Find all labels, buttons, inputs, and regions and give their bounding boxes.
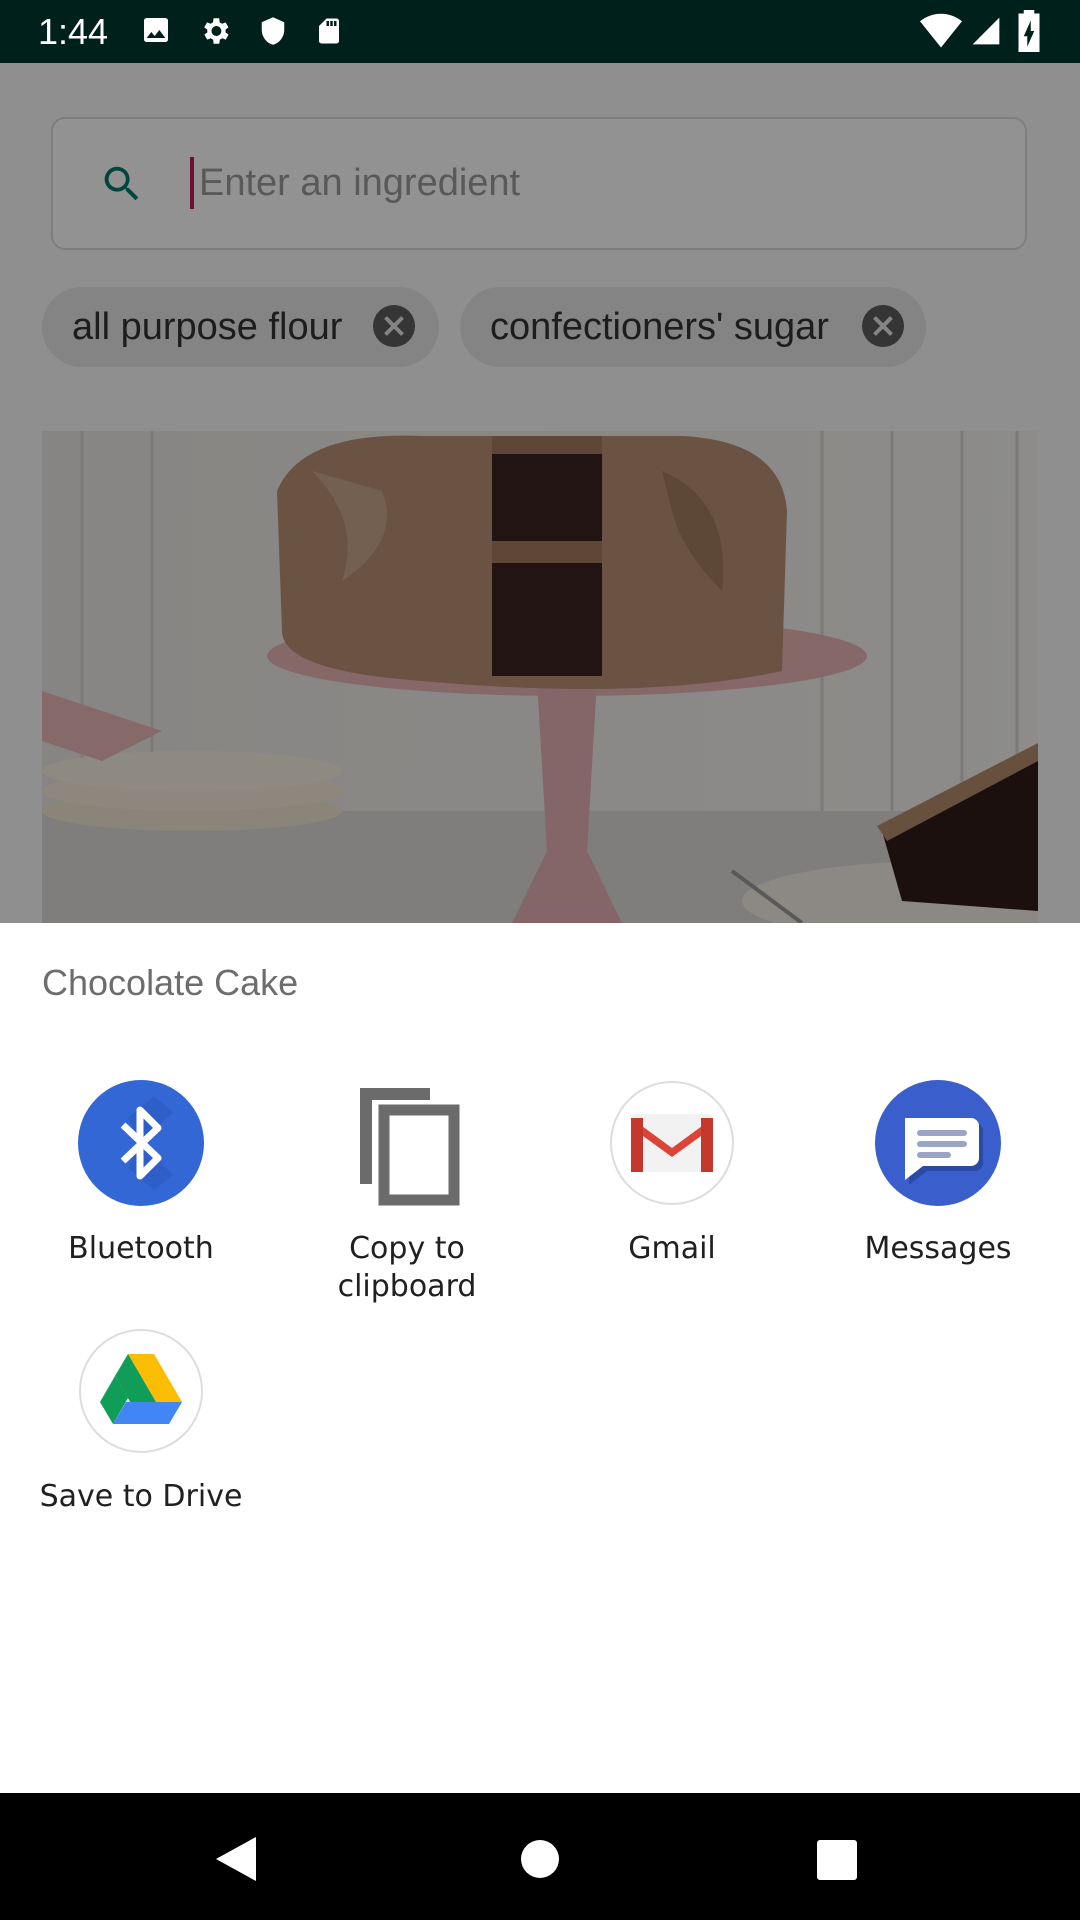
share-target-label: Copy to clipboard (337, 1231, 477, 1304)
bluetooth-icon (78, 1080, 204, 1206)
status-bar: 1:44 (0, 0, 1080, 63)
share-target-messages[interactable]: Messages (803, 1080, 1073, 1280)
share-target-label: Gmail (628, 1231, 716, 1266)
share-target-gmail[interactable]: Gmail (537, 1080, 807, 1280)
shield-icon (261, 17, 285, 45)
share-target-label: Save to Drive (39, 1479, 243, 1514)
navigation-bar (0, 1793, 1080, 1920)
status-time: 1:44 (38, 11, 109, 52)
messages-icon (875, 1080, 1001, 1206)
image-icon (144, 18, 168, 42)
share-target-label: Bluetooth (68, 1231, 214, 1266)
sd-card-icon (319, 18, 339, 44)
share-sheet-title: Chocolate Cake (42, 962, 299, 1003)
signal-icon (972, 17, 1000, 45)
drive-icon (79, 1329, 203, 1453)
wifi-icon (920, 13, 962, 48)
settings-icon (204, 18, 229, 44)
share-target-label: Messages (864, 1231, 1012, 1266)
gmail-icon (610, 1081, 734, 1205)
home-icon[interactable] (520, 1839, 560, 1879)
dim-overlay[interactable] (0, 63, 1080, 923)
share-target-bluetooth[interactable]: Bluetooth (6, 1080, 276, 1280)
share-target-copy[interactable]: Copy to clipboard (272, 1080, 542, 1310)
recents-icon[interactable] (817, 1840, 857, 1880)
copy-icon (360, 1088, 460, 1206)
battery-charging-icon (1018, 10, 1040, 52)
share-target-drive[interactable]: Save to Drive (6, 1328, 276, 1528)
back-icon[interactable] (216, 1837, 258, 1881)
share-sheet: Chocolate Cake Bluetooth Copy to clipboa… (0, 923, 1080, 1793)
